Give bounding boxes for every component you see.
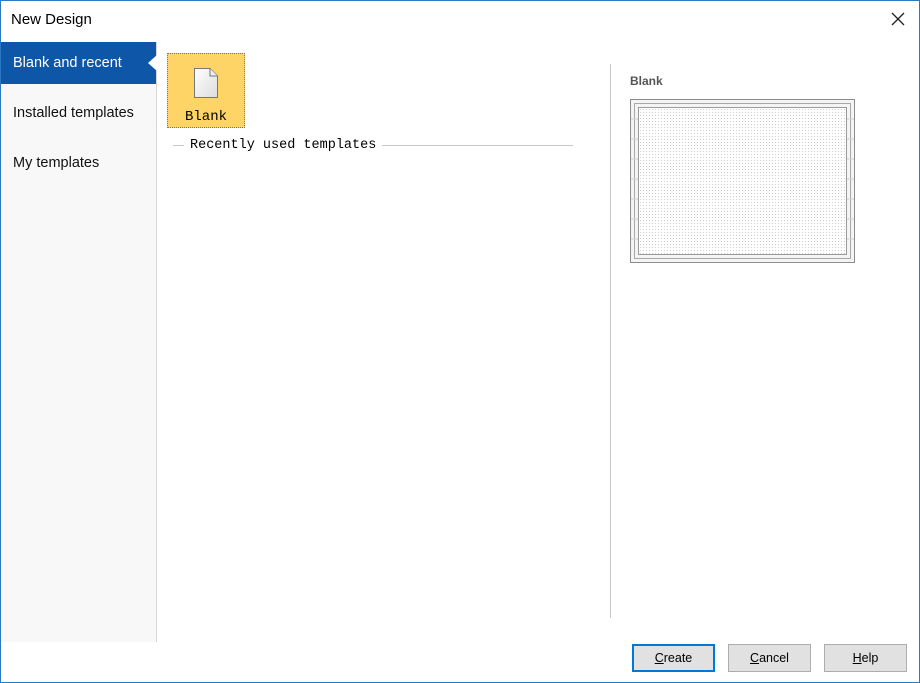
preview-thumbnail xyxy=(630,99,856,269)
recent-templates-label: Recently used templates xyxy=(190,137,377,153)
title-bar: New Design xyxy=(1,1,919,39)
recent-templates-group-header: Recently used templates xyxy=(173,136,573,154)
sidebar-item-label: Blank and recent xyxy=(13,55,122,71)
cancel-button-mnemonic: C xyxy=(750,651,760,665)
cancel-button-label: ancel xyxy=(759,651,789,665)
category-sidebar: Blank and recent Installed templates My … xyxy=(1,42,157,642)
cancel-button[interactable]: Cancel xyxy=(728,644,811,672)
template-tile-blank[interactable]: Blank xyxy=(167,53,245,128)
help-button-label: elp xyxy=(861,651,879,665)
template-tile-label: Blank xyxy=(184,109,227,125)
sidebar-item-installed-templates[interactable]: Installed templates xyxy=(1,92,156,134)
sidebar-item-blank-and-recent[interactable]: Blank and recent xyxy=(1,42,157,84)
group-divider xyxy=(382,144,573,146)
blank-document-icon xyxy=(194,68,218,98)
window-title: New Design xyxy=(11,11,92,28)
preview-title: Blank xyxy=(630,74,663,88)
close-button[interactable] xyxy=(881,3,915,35)
help-button-mnemonic: H xyxy=(852,651,862,665)
close-icon xyxy=(891,12,905,26)
sidebar-item-my-templates[interactable]: My templates xyxy=(1,142,156,184)
create-button-label: reate xyxy=(663,651,693,665)
sidebar-item-label: Installed templates xyxy=(13,105,134,121)
create-button-mnemonic: C xyxy=(654,651,664,665)
help-button[interactable]: Help xyxy=(824,644,907,672)
template-list: Blank Recently used templates xyxy=(158,42,610,622)
sidebar-item-label: My templates xyxy=(13,155,100,171)
create-button[interactable]: Create xyxy=(632,644,715,672)
preview-divider xyxy=(610,64,611,618)
group-divider xyxy=(173,144,184,146)
new-design-dialog: New Design Blank and recent Installed te… xyxy=(0,0,920,683)
